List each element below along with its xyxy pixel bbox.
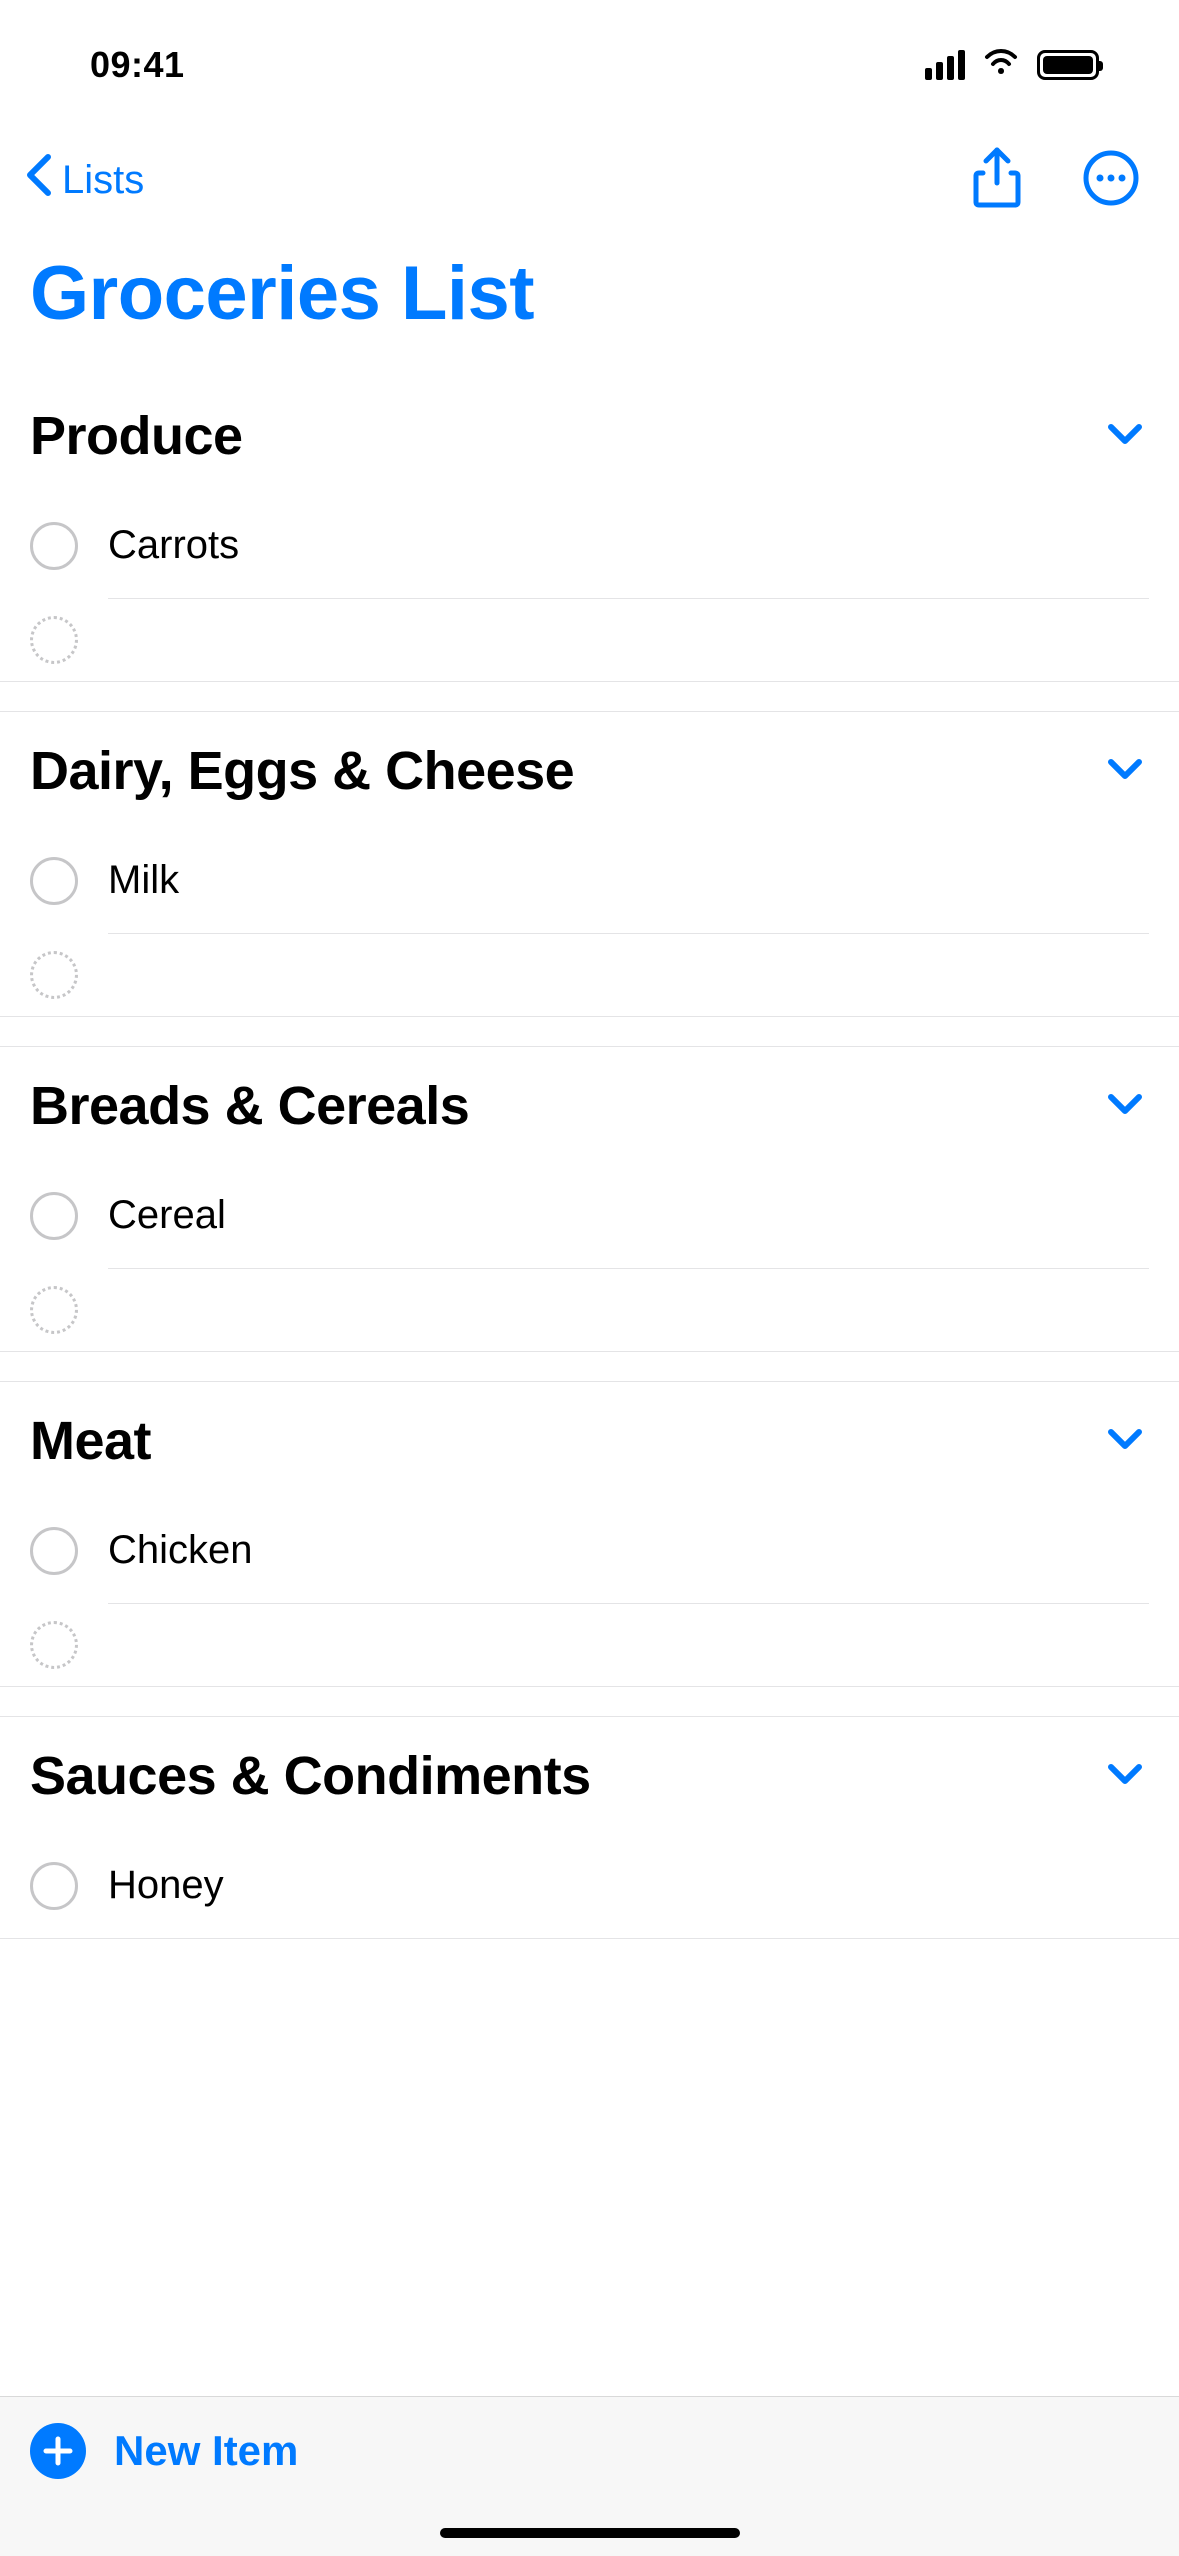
section-header[interactable]: Breads & Cereals xyxy=(0,1075,1179,1163)
reminder-label[interactable]: Carrots xyxy=(108,493,1149,599)
chevron-down-icon xyxy=(1107,1428,1143,1455)
section-meat: Meat Chicken xyxy=(0,1381,1179,1687)
section-header[interactable]: Produce xyxy=(0,405,1179,493)
checkbox-placeholder-icon xyxy=(30,951,78,999)
battery-icon xyxy=(1037,50,1099,80)
reminder-item[interactable]: Chicken xyxy=(0,1498,1179,1604)
checkbox-placeholder-icon xyxy=(30,1621,78,1669)
reminder-placeholder-input[interactable] xyxy=(108,934,1149,1016)
section-breads: Breads & Cereals Cereal xyxy=(0,1046,1179,1352)
status-time: 09:41 xyxy=(90,44,185,86)
wifi-icon xyxy=(981,48,1021,83)
reminder-item[interactable]: Honey xyxy=(0,1833,1179,1938)
checkbox-unchecked-icon[interactable] xyxy=(30,1862,78,1910)
section-header[interactable]: Sauces & Condiments xyxy=(0,1745,1179,1833)
chevron-down-icon xyxy=(1107,1093,1143,1120)
new-item-label: New Item xyxy=(114,2427,298,2475)
reminder-label[interactable]: Cereal xyxy=(108,1163,1149,1269)
reminder-item[interactable]: Cereal xyxy=(0,1163,1179,1269)
back-label: Lists xyxy=(62,158,144,203)
sections-container: Produce Carrots Dairy, Eggs & Cheese Mil… xyxy=(0,367,1179,1938)
chevron-left-icon xyxy=(20,151,58,209)
share-button[interactable] xyxy=(971,147,1023,214)
section-header[interactable]: Meat xyxy=(0,1410,1179,1498)
reminder-placeholder[interactable] xyxy=(0,934,1179,1016)
chevron-down-icon xyxy=(1107,758,1143,785)
plus-circle-icon xyxy=(30,2423,86,2479)
more-button[interactable] xyxy=(1083,150,1139,211)
new-item-button[interactable]: New Item xyxy=(30,2423,298,2479)
reminder-item[interactable]: Milk xyxy=(0,828,1179,934)
section-title: Breads & Cereals xyxy=(30,1075,469,1137)
section-sauces: Sauces & Condiments Honey xyxy=(0,1716,1179,1939)
back-button[interactable]: Lists xyxy=(20,151,144,209)
section-title: Produce xyxy=(30,405,243,467)
reminder-placeholder[interactable] xyxy=(0,599,1179,681)
status-right xyxy=(925,48,1099,83)
checkbox-unchecked-icon[interactable] xyxy=(30,1192,78,1240)
reminder-placeholder[interactable] xyxy=(0,1604,1179,1686)
section-title: Dairy, Eggs & Cheese xyxy=(30,740,574,802)
checkbox-placeholder-icon xyxy=(30,1286,78,1334)
reminder-placeholder-input[interactable] xyxy=(108,1269,1149,1351)
page-title: Groceries List xyxy=(0,230,1179,367)
checkbox-placeholder-icon xyxy=(30,616,78,664)
cellular-signal-icon xyxy=(925,50,965,80)
nav-bar: Lists xyxy=(0,130,1179,230)
reminder-placeholder[interactable] xyxy=(0,1269,1179,1351)
nav-actions xyxy=(971,147,1139,214)
checkbox-unchecked-icon[interactable] xyxy=(30,857,78,905)
home-indicator[interactable] xyxy=(440,2528,740,2538)
reminder-label[interactable]: Milk xyxy=(108,828,1149,934)
section-produce: Produce Carrots xyxy=(0,377,1179,682)
reminder-placeholder-input[interactable] xyxy=(108,599,1149,681)
reminder-item[interactable]: Carrots xyxy=(0,493,1179,599)
section-dairy: Dairy, Eggs & Cheese Milk xyxy=(0,711,1179,1017)
reminder-label[interactable]: Chicken xyxy=(108,1498,1149,1604)
chevron-down-icon xyxy=(1107,423,1143,450)
chevron-down-icon xyxy=(1107,1763,1143,1790)
status-bar: 09:41 xyxy=(0,0,1179,130)
checkbox-unchecked-icon[interactable] xyxy=(30,522,78,570)
checkbox-unchecked-icon[interactable] xyxy=(30,1527,78,1575)
reminder-placeholder-input[interactable] xyxy=(108,1604,1149,1686)
section-title: Sauces & Condiments xyxy=(30,1745,591,1807)
section-title: Meat xyxy=(30,1410,151,1472)
section-header[interactable]: Dairy, Eggs & Cheese xyxy=(0,740,1179,828)
reminder-label[interactable]: Honey xyxy=(108,1833,1149,1938)
